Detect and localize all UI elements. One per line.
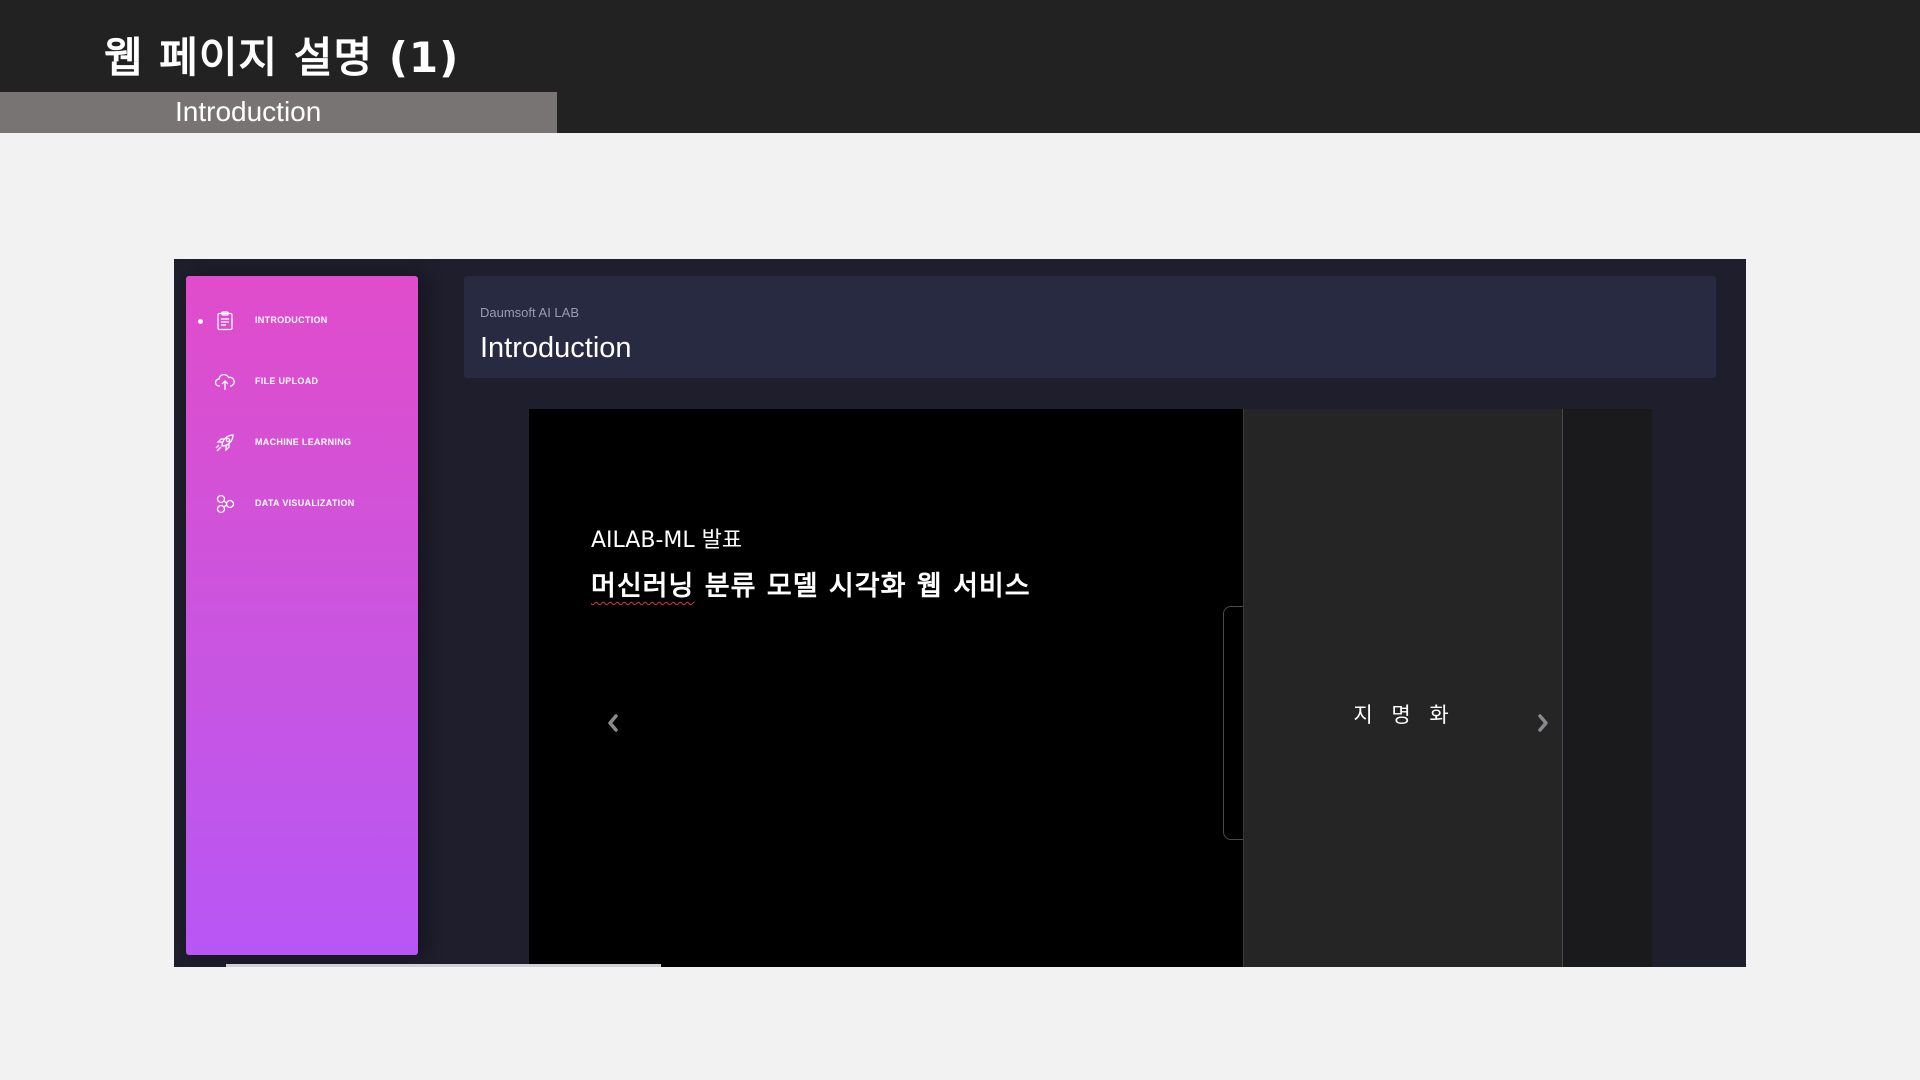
- sidebar-item-label: DATA VISUALIZATION: [255, 498, 355, 508]
- sidebar-item-file-upload[interactable]: FILE UPLOAD: [186, 362, 418, 402]
- slide-edge-tab: [1223, 606, 1245, 840]
- chevron-right-icon[interactable]: [1533, 711, 1553, 735]
- cloud-upload-icon: [214, 373, 235, 390]
- sidebar: INTRODUCTION FILE UPLOAD MACHINE LEARNIN…: [186, 276, 418, 955]
- sidebar-item-introduction[interactable]: INTRODUCTION: [186, 301, 418, 341]
- app-screenshot: INTRODUCTION FILE UPLOAD MACHINE LEARNIN…: [174, 259, 1746, 967]
- sidebar-item-label: MACHINE LEARNING: [255, 437, 352, 447]
- breadcrumb: Daumsoft AI LAB: [480, 305, 579, 320]
- page-header: Daumsoft AI LAB Introduction: [464, 276, 1716, 378]
- slide-title: 웹 페이지 설명 (1): [104, 33, 460, 82]
- sidebar-item-machine-learning[interactable]: MACHINE LEARNING: [186, 423, 418, 463]
- page-title: Introduction: [480, 332, 632, 364]
- molecule-icon: [216, 494, 235, 514]
- clipboard-icon: [217, 311, 233, 331]
- presenter-name: 지 명 화: [1353, 703, 1455, 727]
- slide-subtitle: Introduction: [175, 96, 322, 127]
- rocket-icon: [215, 434, 234, 452]
- next-slide-preview: 지 명 화: [1243, 409, 1563, 967]
- chevron-left-icon[interactable]: [603, 711, 623, 735]
- sidebar-item-label: FILE UPLOAD: [255, 376, 319, 386]
- headline-rest: 분류 모델 시각화 웹 서비스: [694, 571, 1031, 602]
- sidebar-item-label: INTRODUCTION: [255, 315, 328, 325]
- active-indicator: [198, 319, 203, 324]
- presentation-carousel: AILAB-ML 발표 머신러닝 분류 모델 시각화 웹 서비스 지 명 화: [529, 409, 1652, 967]
- slide-headline: 머신러닝 분류 모델 시각화 웹 서비스: [591, 564, 1031, 603]
- slide-header: 웹 페이지 설명 (1) Introduction: [0, 0, 1920, 133]
- current-slide: AILAB-ML 발표 머신러닝 분류 모델 시각화 웹 서비스: [529, 409, 1245, 967]
- scrollbar[interactable]: [226, 964, 661, 967]
- headline-underlined-word: 머신러닝: [591, 571, 695, 602]
- slide-kicker: AILAB-ML 발표: [591, 528, 743, 553]
- slide-subtitle-bar: Introduction: [0, 92, 557, 133]
- sidebar-item-data-visualization[interactable]: DATA VISUALIZATION: [186, 484, 418, 524]
